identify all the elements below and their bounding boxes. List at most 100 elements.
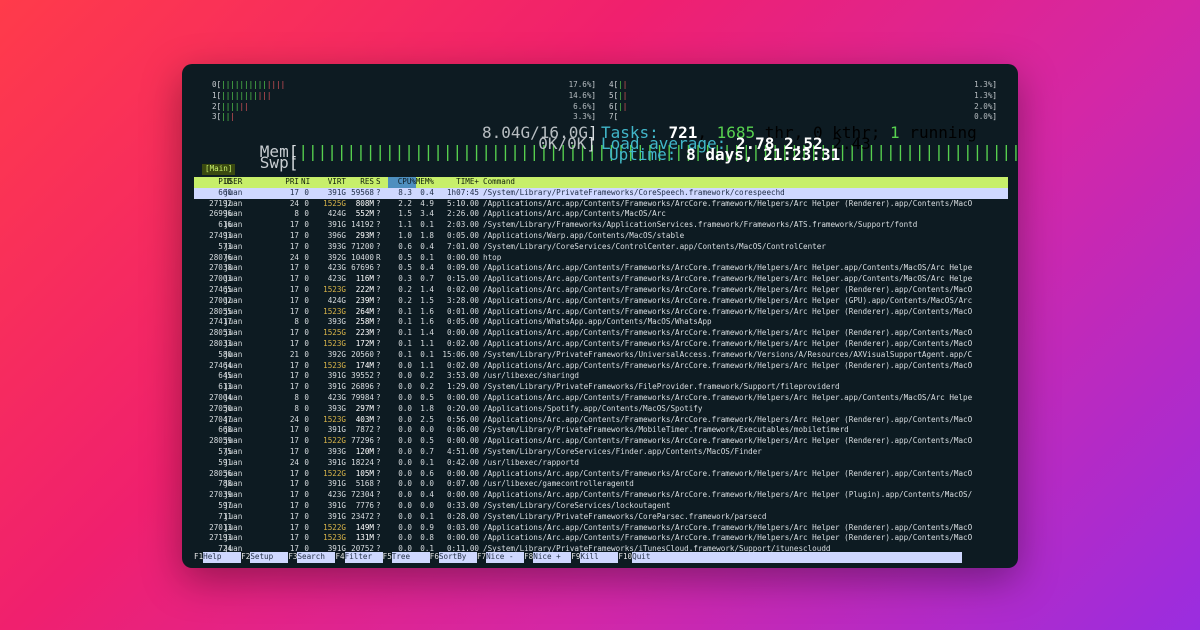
table-row[interactable]: 27193 juan 17 0 1523G 131M? 0.0 0.8 0:00.00/Appl… <box>194 533 1008 544</box>
fkey-f5[interactable]: F5 <box>383 552 392 563</box>
fkey-bar-fill <box>662 552 963 563</box>
table-row[interactable]: 27493 juan 17 0 396G 293M? 1.0 1.8 0:05.00/Appli… <box>194 231 1008 242</box>
cell-res: 14192 <box>351 220 374 230</box>
table-row[interactable]: 27464 juan 17 0 1523G 174M? 0.0 1.1 0:02.00/Appl… <box>194 361 1008 372</box>
cell-s: ? <box>376 187 381 197</box>
cell-cpu: 0.5 <box>398 252 412 262</box>
table-row[interactable]: 27038 juan 17 0 423G 67696? 0.5 0.4 0:09.00/Appl… <box>194 263 1008 274</box>
table-row[interactable]: 597 juan 17 0 391G 7776? 0.0 0.0 0:33.00/System/… <box>194 501 1008 512</box>
col-user[interactable]: USER <box>224 177 242 188</box>
fkey-f2[interactable]: F2 <box>241 552 250 563</box>
fkey-f1[interactable]: F1 <box>194 552 203 563</box>
cell-user: juan <box>224 490 243 500</box>
cell-res: 264M <box>355 306 374 316</box>
fkey-label-f8[interactable]: Nice + <box>533 552 572 563</box>
fkey-label-f2[interactable]: Setup <box>250 552 289 563</box>
col-virt[interactable]: VIRT <box>310 177 346 188</box>
table-row[interactable]: 27004 juan 8 0 423G 79984? 0.0 0.5 0:00.00/Appli… <box>194 393 1008 404</box>
cpu-meter-2: 2[|||||| <box>212 101 249 111</box>
table-row[interactable]: 660 juan 17 0 391G 59568? 8.3 0.4 1h07:45/System… <box>194 188 1008 199</box>
cell-time: 2:26.00 <box>446 209 479 219</box>
cell-ni: 0 <box>304 500 309 510</box>
table-row[interactable]: 573 juan 17 0 393G 71200? 0.6 0.4 7:01.00/System… <box>194 242 1008 253</box>
col-pri[interactable]: PRI <box>274 177 299 188</box>
cell-cmd: /System/Library/PrivateFrameworks/Univer… <box>483 349 973 359</box>
table-row[interactable]: 27039 juan 17 0 423G 72304? 0.0 0.4 0:00.00/Appl… <box>194 490 1008 501</box>
fkey-f6[interactable]: F6 <box>430 552 439 563</box>
fkey-f8[interactable]: F8 <box>524 552 533 563</box>
cell-cmd: /Applications/Arc.app/Contents/Framework… <box>483 414 973 424</box>
col-time[interactable]: TIME+ <box>435 177 479 188</box>
cell-time: 0:00.00 <box>446 490 479 500</box>
cell-mem: 1.6 <box>420 317 434 327</box>
tab-main[interactable]: [Main] <box>202 164 236 175</box>
cell-s: ? <box>376 533 381 543</box>
fkey-f7[interactable]: F7 <box>477 552 486 563</box>
table-row[interactable]: 580 juan 21 0 392G 20560? 0.1 0.1 15:06.00/Syste… <box>194 350 1008 361</box>
cell-ni: 0 <box>304 306 309 316</box>
table-row[interactable]: 668 juan 17 0 391G 7872? 0.0 0.0 0:06.00/System/… <box>194 425 1008 436</box>
col-ni[interactable]: NI <box>301 177 310 188</box>
cell-s: ? <box>376 328 381 338</box>
table-row[interactable]: 28033 juan 17 0 1523G 172M? 0.1 1.1 0:02.00/Appl… <box>194 339 1008 350</box>
table-row[interactable]: 711 juan 17 0 391G 23472? 0.0 0.1 0:28.00/System… <box>194 512 1008 523</box>
table-row[interactable]: 645 juan 17 0 391G 39552? 0.0 0.2 3:53.00/usr/li… <box>194 371 1008 382</box>
col-mem[interactable]: MEM% <box>412 177 434 188</box>
fkey-f9[interactable]: F9 <box>571 552 580 563</box>
fkey-f4[interactable]: F4 <box>335 552 344 563</box>
cell-ni: 0 <box>304 360 309 370</box>
table-row[interactable]: 27047 juan 24 0 1523G 403M? 0.0 2.5 0:56.00/Appl… <box>194 415 1008 426</box>
fkey-label-f1[interactable]: Help <box>203 552 242 563</box>
cell-cmd: /Applications/Arc.app/Contents/Framework… <box>483 360 973 370</box>
cell-user: juan <box>224 338 243 348</box>
table-row[interactable]: 27003 juan 17 0 423G 116M? 0.3 0.7 0:15.00/Appli… <box>194 274 1008 285</box>
table-row[interactable]: 27002 juan 17 0 424G 239M? 0.2 1.5 3:28.00/Appli… <box>194 296 1008 307</box>
cell-cpu: 1.0 <box>398 230 412 240</box>
cell-user: juan <box>224 252 243 262</box>
fkey-label-f4[interactable]: Filter <box>344 552 383 563</box>
col-state[interactable]: S <box>376 177 381 188</box>
table-row[interactable]: 26996 juan 8 0 424G 552M? 1.5 3.4 2:26.00/Applic… <box>194 209 1008 220</box>
fkey-f3[interactable]: F3 <box>288 552 297 563</box>
cell-cpu: 0.0 <box>398 500 412 510</box>
table-row[interactable]: 28059 juan 17 0 1522G 77296? 0.0 0.5 0:00.00/App… <box>194 436 1008 447</box>
fkey-label-f6[interactable]: SortBy <box>438 552 477 563</box>
cell-cpu: 0.0 <box>398 371 412 381</box>
cpu-value-5: 1.3%] <box>974 90 997 100</box>
fkey-label-f5[interactable]: Tree <box>391 552 430 563</box>
table-row[interactable]: 788 juan 17 0 391G 5168? 0.0 0.0 0:07.00/usr/lib… <box>194 479 1008 490</box>
table-row[interactable]: 28076 juan 24 0 392G 10400 R 0.5 0.1 0:00.00 htop <box>194 253 1008 264</box>
table-row[interactable]: 27013 juan 17 0 1522G 149M? 0.0 0.9 0:03.00/Appl… <box>194 523 1008 534</box>
fkey-label-f10[interactable]: Quit <box>632 552 663 563</box>
cell-user: juan <box>224 500 243 510</box>
cell-virt: 1522G <box>323 436 346 446</box>
fkey-f10[interactable]: F10 <box>618 552 632 563</box>
cell-user: juan <box>224 457 243 467</box>
table-row[interactable]: 591 juan 24 0 391G 18224? 0.0 0.1 0:42.00/usr/li… <box>194 458 1008 469</box>
table-row[interactable]: 27465 juan 17 0 1523G 222M? 0.2 1.4 0:02.00/Appl… <box>194 285 1008 296</box>
table-row[interactable]: 28055 juan 17 0 1523G 264M? 0.1 1.6 0:01.00/Appl… <box>194 307 1008 318</box>
cpu-meter-6: 6[|| <box>609 101 628 111</box>
table-row[interactable]: 28053 juan 17 0 1525G 223M? 0.1 1.4 0:00.00/Appl… <box>194 328 1008 339</box>
table-row[interactable]: 575 juan 17 0 393G 120M? 0.0 0.7 4:51.00/System/… <box>194 447 1008 458</box>
table-row[interactable]: 28056 juan 17 0 1522G 105M? 0.0 0.6 0:00.00/Appl… <box>194 469 1008 480</box>
cell-res: 293M <box>355 230 374 240</box>
cell-cpu: 0.0 <box>398 511 412 521</box>
cell-pri: 8 <box>294 392 299 402</box>
col-command[interactable]: Command <box>483 177 515 188</box>
cell-pri: 17 <box>289 522 299 532</box>
cpu-value-3: 3.3%] <box>573 112 596 122</box>
fkey-label-f9[interactable]: Kill <box>580 552 619 563</box>
table-row[interactable]: 27192 juan 24 0 1525G 808M? 2.2 4.9 5:10.00/Appl… <box>194 199 1008 210</box>
cell-user: juan <box>224 468 243 478</box>
table-row[interactable]: 27050 juan 8 0 393G 297M? 0.0 1.8 0:20.00/Applic… <box>194 404 1008 415</box>
table-row[interactable]: 616 juan 17 0 391G 14192? 1.1 0.1 2:03.00/System… <box>194 220 1008 231</box>
table-row[interactable]: 27417 juan 8 0 393G 258M? 0.1 1.6 0:05.00/Applic… <box>194 317 1008 328</box>
cell-time: 0:02.00 <box>446 284 479 294</box>
cell-pri: 17 <box>289 468 299 478</box>
table-row[interactable]: 613 juan 17 0 391G 26896? 0.0 0.2 1:29.00/System… <box>194 382 1008 393</box>
fkey-label-f7[interactable]: Nice - <box>486 552 525 563</box>
cell-pri: 17 <box>289 511 299 521</box>
col-res[interactable]: RES <box>344 177 374 188</box>
fkey-label-f3[interactable]: Search <box>297 552 336 563</box>
